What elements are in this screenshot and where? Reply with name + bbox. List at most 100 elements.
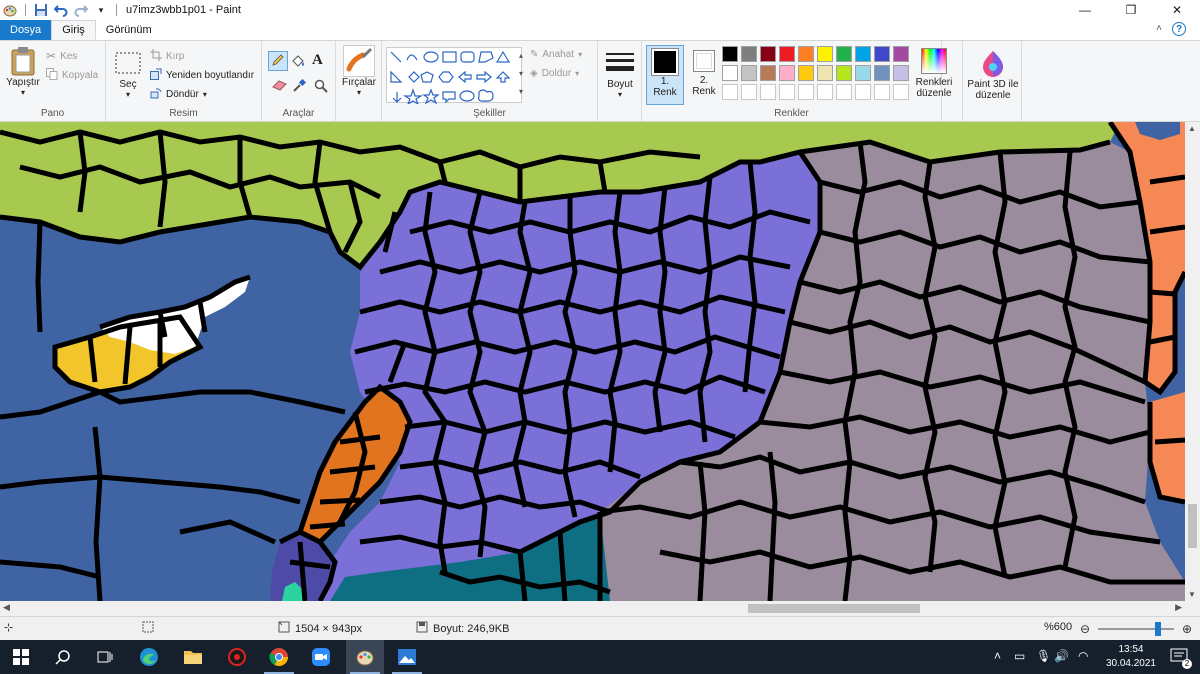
shapes-gallery[interactable] <box>386 47 522 106</box>
color-spectrum-icon <box>918 45 950 77</box>
taskbar-red-app[interactable] <box>218 640 256 674</box>
color-swatch[interactable] <box>722 46 738 62</box>
taskbar-explorer[interactable] <box>174 640 212 674</box>
color-swatch[interactable] <box>836 46 852 62</box>
maximize-button[interactable]: ❐ <box>1108 0 1154 20</box>
pencil-tool[interactable] <box>268 51 288 71</box>
shapes-scroll[interactable]: ▴ ▾ ▾ <box>516 47 526 103</box>
zoom-slider-thumb[interactable] <box>1155 622 1161 636</box>
color-swatch[interactable] <box>893 65 909 81</box>
taskbar-chrome[interactable] <box>260 640 298 674</box>
edit-colors-button[interactable]: Renkleri düzenle <box>914 45 954 99</box>
cut-button[interactable]: ✂ Kes <box>46 49 77 63</box>
paint-icon <box>356 650 374 666</box>
color-swatch[interactable] <box>893 46 909 62</box>
taskbar-clock[interactable]: 13:54 30.04.2021 <box>1106 643 1156 671</box>
taskbar-zoom[interactable] <box>302 640 340 674</box>
magnifier-tool[interactable] <box>314 79 328 96</box>
copy-button[interactable]: Kopyala <box>46 68 98 83</box>
scroll-down-arrow[interactable]: ▼ <box>1188 590 1196 599</box>
horizontal-scrollbar[interactable]: ◀ ▶ <box>0 601 1185 616</box>
color-swatch[interactable] <box>874 46 890 62</box>
color-swatch[interactable] <box>836 65 852 81</box>
paint3d-button[interactable]: Paint 3D ile düzenle <box>965 47 1021 101</box>
task-view-button[interactable] <box>86 640 124 674</box>
fill-tool[interactable] <box>290 53 306 72</box>
paste-button[interactable]: Yapıştır ▾ <box>4 45 42 97</box>
color-swatch[interactable] <box>874 65 890 81</box>
volume-icon[interactable]: 🔊 <box>1054 649 1069 663</box>
show-hidden-icons[interactable]: ˄ <box>994 649 1001 663</box>
color2-button[interactable]: 2. Renk <box>686 45 722 105</box>
vertical-scroll-thumb[interactable] <box>1188 504 1197 548</box>
color-swatch[interactable] <box>855 65 871 81</box>
drawing-canvas[interactable] <box>0 122 1185 601</box>
zoom-slider[interactable] <box>1098 622 1174 636</box>
custom-color-slot[interactable] <box>760 84 776 100</box>
crop-button[interactable]: Kırp <box>150 49 184 64</box>
taskbar-edge[interactable] <box>130 640 168 674</box>
help-icon[interactable]: ? <box>1172 22 1186 36</box>
vertical-scrollbar[interactable]: ▲ ▼ <box>1185 122 1200 601</box>
wifi-icon[interactable]: ◠ <box>1078 649 1088 663</box>
paint-app-icon[interactable] <box>2 2 18 18</box>
scroll-right-arrow[interactable]: ▶ <box>1175 602 1182 613</box>
size-button[interactable]: Boyut ▾ <box>602 47 638 99</box>
scroll-left-arrow[interactable]: ◀ <box>3 602 10 613</box>
color-swatch[interactable] <box>855 46 871 62</box>
brushes-button[interactable]: Fırçalar ▾ <box>340 45 378 97</box>
text-tool[interactable]: A <box>312 52 323 69</box>
tab-view[interactable]: Görünüm <box>96 20 162 40</box>
outline-button[interactable]: ✎ Anahat ▾ <box>530 49 582 60</box>
zoom-in-button[interactable]: ⊕ <box>1182 622 1192 636</box>
tab-file[interactable]: Dosya <box>0 20 52 40</box>
collapse-ribbon-icon[interactable]: ˄ <box>1156 23 1162 34</box>
search-button[interactable] <box>44 640 82 674</box>
close-button[interactable]: ✕ <box>1154 0 1200 20</box>
horizontal-scroll-thumb[interactable] <box>748 604 920 613</box>
color-swatch[interactable] <box>722 65 738 81</box>
start-button[interactable] <box>2 640 40 674</box>
custom-color-slot[interactable] <box>836 84 852 100</box>
color-swatch[interactable] <box>779 65 795 81</box>
color-swatch[interactable] <box>741 65 757 81</box>
color-picker-tool[interactable] <box>292 78 307 96</box>
undo-icon[interactable] <box>53 2 69 18</box>
color-swatch[interactable] <box>798 46 814 62</box>
zoom-out-button[interactable]: ⊖ <box>1080 622 1090 636</box>
microphone-icon[interactable]: 🎙 <box>1036 649 1051 663</box>
custom-color-slot[interactable] <box>874 84 890 100</box>
color-swatch[interactable] <box>817 46 833 62</box>
resize-button[interactable]: Yeniden boyutlandır <box>150 68 254 83</box>
taskbar-photos[interactable] <box>388 640 426 674</box>
select-button[interactable]: Seç ▾ <box>112 47 144 99</box>
eraser-tool[interactable] <box>272 79 288 94</box>
fill-button[interactable]: ◈ Doldur ▾ <box>530 68 579 79</box>
custom-color-slot[interactable] <box>893 84 909 100</box>
notification-center-button[interactable]: 2 <box>1170 647 1192 669</box>
color-swatch[interactable] <box>760 46 776 62</box>
redo-icon[interactable] <box>73 2 89 18</box>
custom-color-slot[interactable] <box>741 84 757 100</box>
color-swatch[interactable] <box>779 46 795 62</box>
color-swatch[interactable] <box>798 65 814 81</box>
save-icon[interactable] <box>33 2 49 18</box>
color1-button[interactable]: 1. Renk <box>646 45 684 105</box>
rotate-button[interactable]: Döndür ▾ <box>150 87 207 102</box>
minimize-button[interactable]: — <box>1062 0 1108 20</box>
color-swatch[interactable] <box>760 65 776 81</box>
battery-icon[interactable]: ▭ <box>1014 649 1025 663</box>
custom-color-slot[interactable] <box>722 84 738 100</box>
custom-color-slot[interactable] <box>798 84 814 100</box>
custom-color-slot[interactable] <box>779 84 795 100</box>
customize-qa-icon[interactable]: ▾ <box>93 2 109 18</box>
crop-icon <box>150 49 162 64</box>
custom-color-slot[interactable] <box>817 84 833 100</box>
tab-home[interactable]: Giriş <box>51 20 96 40</box>
custom-color-slot[interactable] <box>855 84 871 100</box>
color-swatch[interactable] <box>817 65 833 81</box>
select-rect-icon <box>112 47 144 79</box>
taskbar-paint[interactable] <box>346 640 384 674</box>
color-swatch[interactable] <box>741 46 757 62</box>
scroll-up-arrow[interactable]: ▲ <box>1188 124 1196 133</box>
